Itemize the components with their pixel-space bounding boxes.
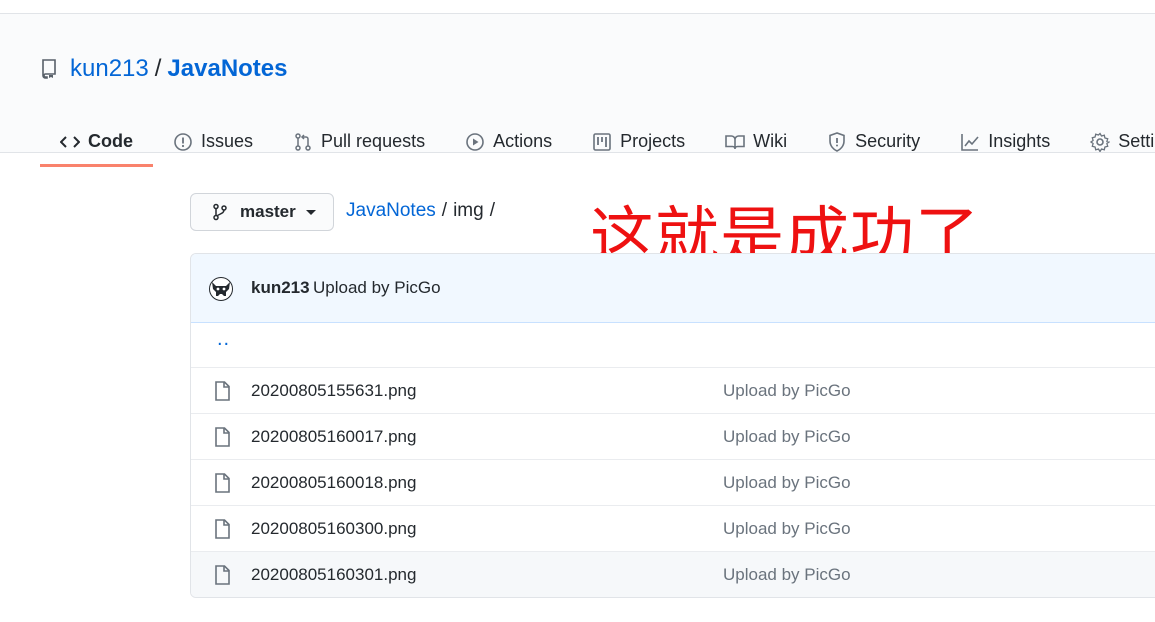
tab-label: Insights <box>988 131 1051 151</box>
file-icon <box>214 426 231 447</box>
file-name-link[interactable]: 20200805160017.png <box>251 427 416 447</box>
avatar[interactable] <box>208 277 234 301</box>
breadcrumb-repo-link[interactable]: JavaNotes <box>346 200 436 222</box>
tab-label: Actions <box>493 131 553 151</box>
repo-owner-link[interactable]: kun213 <box>70 55 149 83</box>
table-row[interactable]: 20200805160017.png Upload by PicGo <box>191 413 1155 459</box>
tab-pull-requests[interactable]: Pull requests <box>273 117 445 166</box>
graph-icon <box>960 132 980 152</box>
breadcrumb-current-folder: img <box>453 200 484 221</box>
shield-icon <box>827 131 847 152</box>
tab-wiki[interactable]: Wiki <box>705 117 807 166</box>
breadcrumb-separator: / <box>441 200 448 221</box>
chevron-down-icon <box>305 209 316 215</box>
repo-name-link[interactable]: JavaNotes <box>167 55 287 83</box>
tab-issues[interactable]: Issues <box>153 117 273 166</box>
book-icon <box>725 132 745 152</box>
table-row[interactable]: 20200805160300.png Upload by PicGo <box>191 505 1155 551</box>
repo-header: kun213 / JavaNotes Code Issues Pull requ… <box>0 14 1155 167</box>
gear-icon <box>1090 131 1111 152</box>
repo-nav-tabs: Code Issues Pull requests Actions Projec… <box>40 117 1155 167</box>
tab-label: Wiki <box>753 131 788 151</box>
branch-label: master <box>240 202 296 221</box>
file-icon <box>214 518 231 539</box>
repo-title-separator: / <box>154 55 162 82</box>
file-icon <box>214 564 231 585</box>
file-name-link[interactable]: 20200805160301.png <box>251 565 416 585</box>
play-icon <box>465 132 485 152</box>
tab-label: Issues <box>201 131 254 151</box>
commit-author-link[interactable]: kun213 <box>251 278 310 298</box>
tab-label: Pull requests <box>321 131 426 151</box>
table-row[interactable]: 20200805155631.png Upload by PicGo <box>191 367 1155 413</box>
table-row[interactable]: 20200805160018.png Upload by PicGo <box>191 459 1155 505</box>
breadcrumb: JavaNotes / img / <box>346 200 501 222</box>
issue-icon <box>173 132 193 152</box>
tab-label: Settings <box>1118 131 1155 151</box>
tab-actions[interactable]: Actions <box>445 117 572 166</box>
file-commit-link[interactable]: Upload by PicGo <box>723 427 851 447</box>
file-name-link[interactable]: 20200805160018.png <box>251 473 416 493</box>
tab-insights[interactable]: Insights <box>940 117 1070 166</box>
file-name-link[interactable]: 20200805155631.png <box>251 381 416 401</box>
tab-label: Code <box>88 131 133 151</box>
tab-settings[interactable]: Settings <box>1070 117 1155 166</box>
tab-label: Security <box>855 131 921 151</box>
tab-label: Projects <box>620 131 686 151</box>
project-icon <box>592 132 612 152</box>
parent-directory-link[interactable]: .. <box>217 328 230 351</box>
file-commit-link[interactable]: Upload by PicGo <box>723 473 851 493</box>
branch-select-button[interactable]: master <box>190 193 334 231</box>
file-icon <box>214 472 231 493</box>
table-row[interactable]: 20200805160301.png Upload by PicGo <box>191 551 1155 597</box>
file-browser: kun213 Upload by PicGo .. 20200805155631… <box>190 253 1155 598</box>
tab-code[interactable]: Code <box>40 117 153 167</box>
file-icon <box>214 380 231 401</box>
repo-title: kun213 / JavaNotes <box>40 52 288 86</box>
tab-security[interactable]: Security <box>807 117 940 166</box>
git-branch-icon <box>211 203 229 221</box>
file-name-link[interactable]: 20200805160300.png <box>251 519 416 539</box>
pull-request-icon <box>293 132 313 152</box>
file-commit-link[interactable]: Upload by PicGo <box>723 519 851 539</box>
latest-commit-bar: kun213 Upload by PicGo <box>191 254 1155 323</box>
file-commit-link[interactable]: Upload by PicGo <box>723 565 851 585</box>
commit-message-link[interactable]: Upload by PicGo <box>313 278 441 298</box>
code-icon <box>60 132 80 152</box>
breadcrumb-separator: / <box>489 200 495 221</box>
repo-icon <box>40 59 58 79</box>
file-commit-link[interactable]: Upload by PicGo <box>723 381 851 401</box>
parent-directory-row[interactable]: .. <box>191 322 1155 367</box>
tab-projects[interactable]: Projects <box>572 117 705 166</box>
